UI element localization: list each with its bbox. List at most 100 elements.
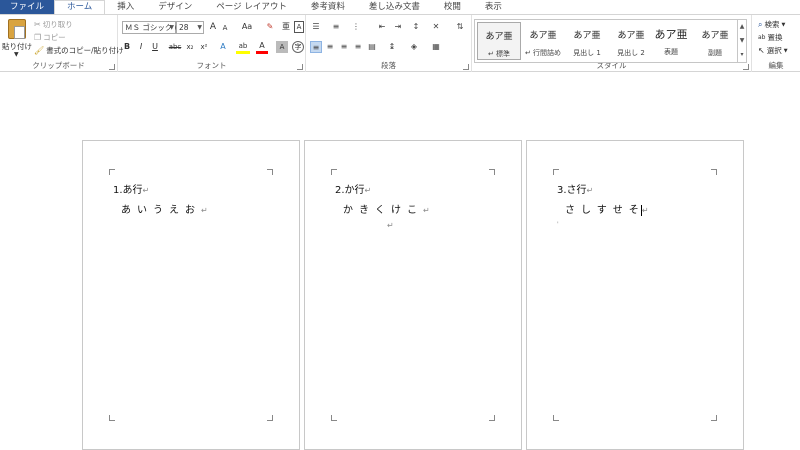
body-text: さしすせそ [565,205,645,216]
style-sample: あア亜 [573,31,601,41]
align-left-button[interactable]: ≡ [310,41,322,53]
style-title[interactable]: あア亜 表題 [649,22,693,60]
bold-button[interactable]: B [122,41,132,53]
italic-button[interactable]: I [136,41,146,53]
replace-button[interactable]: ab 置換 [758,32,783,43]
replace-label: 置換 [767,33,783,42]
decrease-indent-button[interactable]: ⇤ [376,21,388,33]
asian-layout-button[interactable]: ✕ [430,21,442,33]
tab-home[interactable]: ホーム [54,0,106,14]
paste-button[interactable]: 貼り付け ▼ [0,15,32,61]
enclose-char-icon: A [296,23,302,31]
clipboard-launcher-icon[interactable] [109,64,115,70]
increase-indent-icon: ⇥ [394,22,402,31]
tab-view[interactable]: 表示 [473,0,514,14]
heading-text: 2.か行 [335,185,365,196]
tab-review[interactable]: 校閲 [432,0,473,14]
clear-format-icon: ✎ [266,22,274,31]
margin-mark [109,415,115,421]
highlight-button[interactable]: ab [236,41,250,54]
styles-launcher-icon[interactable] [743,64,749,70]
shrink-font-icon: A [222,24,228,32]
char-shading-button[interactable]: A [276,41,288,53]
align-center-icon: ≡ [326,42,334,51]
superscript-button[interactable]: x² [198,41,210,53]
enclose-char-button[interactable]: A [294,21,304,33]
style-normal[interactable]: あア亜 ↵ 標準 [477,22,521,60]
style-sample: あア亜 [617,31,645,41]
subscript-button[interactable]: x₂ [184,41,196,53]
page-2[interactable]: 2.か行↵ かきくけこ↵ ↵ [304,140,522,450]
paste-icon [8,19,26,39]
page-1[interactable]: 1.あ行↵ あいうえお↵ [82,140,300,450]
style-subtitle[interactable]: あア亜 副題 [693,22,737,60]
decrease-indent-icon: ⇤ [378,22,386,31]
copy-button[interactable]: ❐ コピー [34,32,66,43]
clipboard-group-label: クリップボード [32,61,85,70]
select-button[interactable]: ↖ 選択 ▼ [758,45,788,56]
page-3[interactable]: 3.さ行↵ さしすせそ↵ ' [526,140,744,450]
style-heading-2[interactable]: あア亜 見出し 2 [609,22,653,60]
underline-button[interactable]: U [150,41,160,53]
body-text: あいうえお [121,205,201,216]
margin-mark [711,169,717,175]
paragraph-mark: ↵ [142,186,150,195]
format-painter-button[interactable]: 🖌 書式のコピー/貼り付け [34,45,124,56]
paragraph-launcher-icon[interactable] [463,64,469,70]
font-launcher-icon[interactable] [297,64,303,70]
grow-font-button[interactable]: A [208,21,218,33]
style-sample: あア亜 [701,31,729,41]
ruby-button[interactable]: 亜 [280,21,292,33]
style-heading-1[interactable]: あア亜 見出し 1 [565,22,609,60]
bullets-button[interactable]: ☰ [310,21,322,33]
align-right-button[interactable]: ≡ [338,41,350,53]
tab-insert[interactable]: 挿入 [105,0,146,14]
clear-format-button[interactable]: ✎ [264,21,276,33]
align-right-icon: ≡ [340,42,348,51]
page-heading: 1.あ行↵ [113,181,149,196]
find-button[interactable]: ⌕ 検索 ▼ [758,19,785,30]
paragraph-mark: ↵ [201,206,208,215]
font-group: ＭＳ ゴシック ( ▼ 28 ▼ A A Aa ✎ 亜 A B I U abc … [118,15,306,72]
select-icon: ↖ [758,46,765,55]
shading-button[interactable]: ◈ [408,41,420,53]
tab-page-layout[interactable]: ページ レイアウト [204,0,299,14]
borders-button[interactable]: ▦ [430,41,442,53]
sort-button[interactable]: ⇅ [454,21,466,33]
ribbon-tabs: ファイル ホーム 挿入 デザイン ページ レイアウト 参考資料 差し込み文書 校… [0,0,800,14]
font-size-box[interactable]: 28 ▼ [176,21,204,34]
line-spacing-button[interactable]: ↨ [386,41,398,53]
tab-mailings[interactable]: 差し込み文書 [357,0,432,14]
tab-design[interactable]: デザイン [146,0,204,14]
ribbon: 貼り付け ▼ ✂ 切り取り ❐ コピー 🖌 書式のコピー/貼り付け クリップボー… [0,14,800,72]
copy-label: コピー [43,33,66,42]
font-color-button[interactable]: A [256,41,268,54]
chevron-down-icon[interactable]: ▼ [738,34,746,48]
style-no-spacing[interactable]: あア亜 ↵ 行間詰め [521,22,565,60]
text-effects-button[interactable]: A [216,41,230,53]
increase-indent-button[interactable]: ⇥ [392,21,404,33]
font-name-box[interactable]: ＭＳ ゴシック ( ▼ [122,21,178,34]
change-case-button[interactable]: Aa [238,21,256,33]
chevron-up-icon[interactable]: ▲ [738,20,746,34]
text-direction-button[interactable]: ↕ [410,21,422,33]
strikethrough-button[interactable]: abc [168,41,182,53]
justify-button[interactable]: ≡ [352,41,364,53]
text-effects-icon: A [220,42,226,51]
multilevel-list-button[interactable]: ⋮ [350,21,362,33]
distribute-button[interactable]: ▤ [366,41,378,53]
tab-references[interactable]: 参考資料 [299,0,357,14]
expand-icon[interactable]: ▾ [738,48,746,62]
shrink-font-button[interactable]: A [220,22,230,34]
numbering-button[interactable]: ≡ [330,21,342,33]
cut-button[interactable]: ✂ 切り取り [34,19,73,30]
document-area[interactable]: 1.あ行↵ あいうえお↵ 2.か行↵ かきくけこ↵ ↵ 3.さ行↵ さしすせそ↵… [0,73,800,450]
line-spacing-icon: ↨ [388,42,396,51]
enclosed-char-icon: 字 [294,43,302,51]
style-gallery-scroll[interactable]: ▲ ▼ ▾ [738,19,747,63]
enclosed-char-button[interactable]: 字 [292,41,304,53]
page-heading: 3.さ行↵ [557,181,593,196]
align-center-button[interactable]: ≡ [324,41,336,53]
style-sample: あア亜 [654,28,688,41]
tab-file[interactable]: ファイル [0,0,55,14]
